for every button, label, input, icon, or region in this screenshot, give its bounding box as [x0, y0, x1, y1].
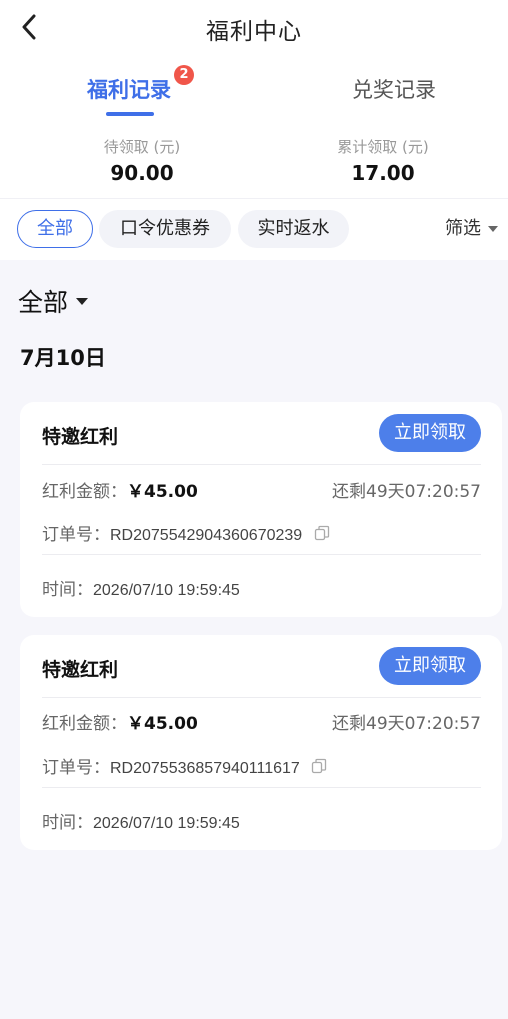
- caret-down-icon: [76, 297, 89, 305]
- order-row: 订单号：RD20755429043606702​39: [42, 520, 330, 546]
- amount-label: 红利金额：: [42, 714, 127, 734]
- tab-bar: 福利记录 2 兑奖记录: [0, 65, 508, 116]
- amount-value: ￥45.00: [127, 714, 198, 734]
- remaining-time: 还剩49天07:20:57: [332, 714, 481, 734]
- card-title: 特邀红利: [42, 659, 119, 681]
- caret-down-icon: [488, 226, 498, 232]
- time-label: 时间：: [42, 580, 93, 600]
- card-title: 特邀红利: [42, 426, 119, 448]
- chip-rebate[interactable]: 实时返水: [238, 210, 349, 248]
- time-label: 时间：: [42, 813, 93, 833]
- order-row: 订单号：RD2075536857940111617: [42, 753, 327, 779]
- tab-underline: [106, 112, 154, 116]
- scope-label: 全部: [18, 288, 69, 317]
- pending-value: 90.00: [110, 161, 174, 185]
- page-title: 福利中心: [206, 19, 302, 45]
- time-value: 2026/07/10 19:59:45: [93, 582, 240, 599]
- order-number: RD2075536857940111617: [110, 760, 300, 777]
- date-header: 7月10日: [20, 346, 106, 370]
- tab-redeem-records[interactable]: 兑奖记录: [309, 66, 479, 116]
- total-stat: 累计领取 (元) 17.00: [293, 136, 473, 185]
- copy-icon[interactable]: [314, 525, 330, 546]
- divider: [42, 464, 481, 465]
- amount-row: 红利金额：￥45.00: [42, 709, 198, 734]
- order-number: RD20755429043606702​39: [110, 527, 303, 544]
- time-row: 时间：2026/07/10 19:59:45: [42, 575, 240, 600]
- amount-label: 红利金额：: [42, 482, 127, 502]
- amount-value: ￥45.00: [127, 482, 198, 502]
- reward-card: 特邀红利 立即领取 红利金额：￥45.00 还剩49天07:20:57 订单号：…: [20, 402, 502, 617]
- claim-button[interactable]: 立即领取: [379, 414, 481, 452]
- claim-button[interactable]: 立即领取: [379, 647, 481, 685]
- divider: [42, 697, 481, 698]
- total-label: 累计领取 (元): [337, 138, 429, 156]
- filter-bar: 全部 口令优惠券 实时返水 筛选: [0, 198, 508, 260]
- remaining-time: 还剩49天07:20:57: [332, 482, 481, 502]
- divider: [42, 554, 481, 555]
- chip-coupon[interactable]: 口令优惠券: [99, 210, 231, 248]
- tab-label: 兑奖记录: [352, 78, 436, 102]
- pending-label: 待领取 (元): [103, 138, 181, 156]
- order-label: 订单号：: [42, 758, 110, 778]
- filter-label: 筛选: [445, 218, 481, 239]
- amount-row: 红利金额：￥45.00: [42, 477, 198, 502]
- unread-badge: 2: [174, 65, 194, 85]
- order-label: 订单号：: [42, 525, 110, 545]
- copy-icon[interactable]: [311, 758, 327, 779]
- time-value: 2026/07/10 19:59:45: [93, 815, 240, 832]
- header: 福利中心 福利记录 2 兑奖记录 待领取 (元) 90.00 累计领取 (元) …: [0, 0, 508, 198]
- tab-label: 福利记录: [87, 78, 171, 102]
- reward-card: 特邀红利 立即领取 红利金额：￥45.00 还剩49天07:20:57 订单号：…: [20, 635, 502, 850]
- time-row: 时间：2026/07/10 19:59:45: [42, 808, 240, 833]
- scope-dropdown[interactable]: 全部: [18, 283, 89, 319]
- filter-dropdown[interactable]: 筛选: [445, 210, 498, 248]
- chip-all[interactable]: 全部: [17, 210, 93, 248]
- tab-welfare-records[interactable]: 福利记录 2: [44, 65, 214, 116]
- total-value: 17.00: [351, 161, 415, 185]
- divider: [42, 787, 481, 788]
- pending-stat: 待领取 (元) 90.00: [52, 136, 232, 185]
